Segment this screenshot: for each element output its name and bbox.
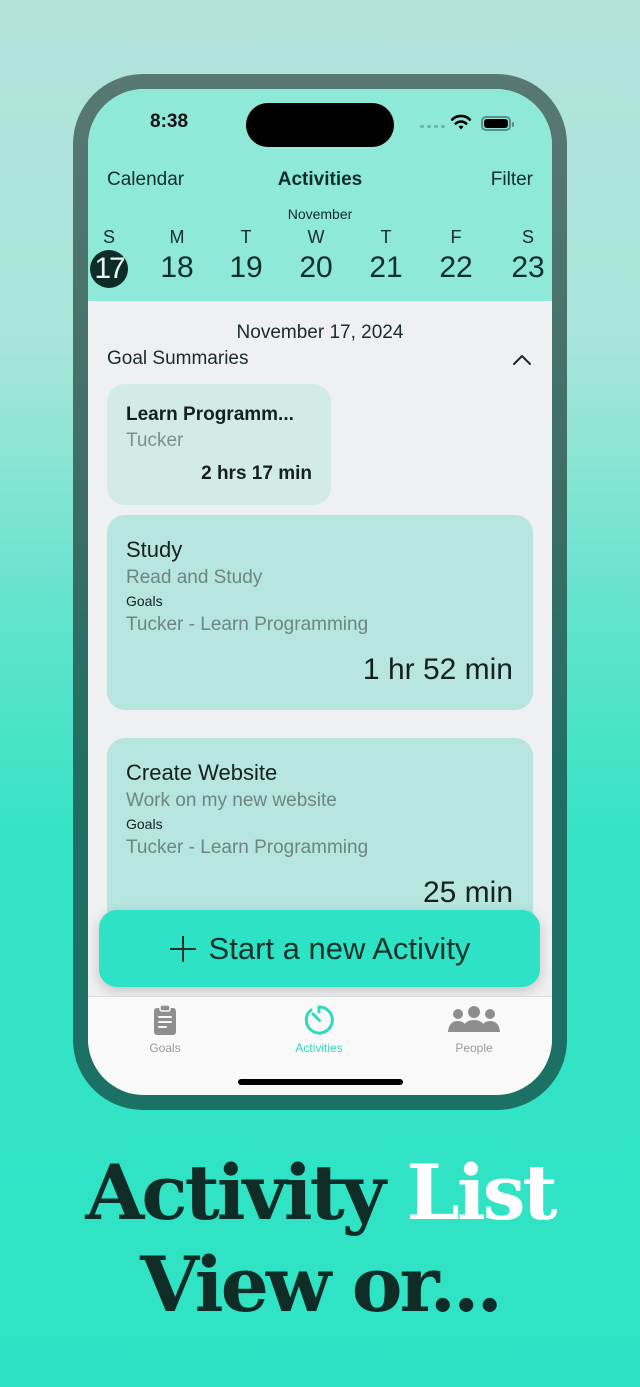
tab-label: Goals [149, 1041, 181, 1055]
tab-bar: Goals Activities People [88, 996, 552, 1095]
weekday-label: S [521, 227, 534, 247]
activity-goal: Tucker - Learn Programming [126, 614, 369, 635]
day-cell-17[interactable]: S 17 [88, 226, 134, 288]
tab-goals[interactable]: Goals [115, 1003, 215, 1055]
header-area: 8:38 Calendar Activities Filter November… [88, 89, 552, 301]
activity-description: Read and Study [126, 567, 263, 588]
people-icon [424, 1003, 524, 1037]
app-screen: 8:38 Calendar Activities Filter November… [88, 89, 552, 1095]
goal-total-time: 2 hrs 17 min [201, 463, 312, 484]
goals-label: Goals [126, 593, 163, 609]
day-cell-20[interactable]: W 20 [291, 226, 341, 286]
weekday-label: T [380, 227, 392, 247]
activity-title: Study [126, 537, 183, 562]
selected-date-label: November 17, 2024 [236, 322, 404, 343]
day-cell-19[interactable]: T 19 [221, 226, 271, 286]
headline-word-dark: Activity [85, 1148, 386, 1237]
weekday-label: T [240, 227, 252, 247]
headline-word-light: List [406, 1148, 557, 1237]
week-strip: S 17 M 18 T 19 W 20 T 21 F 22 S 23 [88, 226, 552, 288]
headline-line-1: Activity List [0, 1148, 640, 1237]
tab-activities[interactable]: Activities [269, 1003, 369, 1055]
wifi-icon [450, 114, 472, 130]
plus-icon [169, 935, 197, 963]
clipboard-icon [115, 1003, 215, 1037]
battery-icon [481, 116, 514, 131]
goals-label: Goals [126, 816, 163, 832]
activity-description: Work on my new website [126, 790, 337, 811]
headline-line-2: View or... [140, 1240, 503, 1329]
nav-bar: Calendar Activities Filter [88, 167, 552, 197]
phone-frame: 8:38 Calendar Activities Filter November… [73, 74, 567, 1110]
dynamic-island [246, 103, 394, 147]
tab-people[interactable]: People [424, 1003, 524, 1055]
activity-duration: 25 min [422, 876, 513, 909]
day-cell-21[interactable]: T 21 [361, 226, 411, 286]
day-number: 18 [160, 251, 194, 284]
cellular-signal-icon [420, 125, 445, 128]
chevron-up-icon[interactable] [512, 351, 532, 367]
timer-icon [269, 1003, 369, 1037]
goal-owner: Tucker [126, 430, 184, 451]
goal-title: Learn Programm... [126, 404, 294, 425]
tab-label: People [455, 1041, 493, 1055]
day-number: 21 [369, 251, 403, 284]
status-time: 8:38 [150, 111, 189, 132]
goal-summaries-title: Goal Summaries [107, 348, 249, 369]
weekday-label: F [450, 227, 462, 247]
home-indicator [238, 1079, 403, 1085]
day-number: 20 [299, 251, 333, 284]
goal-summary-card[interactable]: Learn Programm... Tucker 2 hrs 17 min [107, 384, 331, 505]
day-number: 19 [229, 251, 263, 284]
day-cell-23[interactable]: S 23 [503, 226, 552, 286]
start-new-activity-button[interactable]: Start a new Activity [99, 910, 540, 987]
day-number: 23 [511, 251, 545, 284]
activity-duration: 1 hr 52 min [362, 653, 513, 686]
weekday-label: S [102, 227, 115, 247]
filter-button[interactable]: Filter [491, 169, 533, 191]
weekday-label: W [307, 227, 325, 247]
day-cell-22[interactable]: F 22 [431, 226, 481, 286]
month-label: November [287, 206, 353, 222]
day-cell-18[interactable]: M 18 [152, 226, 202, 286]
activity-title: Create Website [126, 760, 278, 785]
activity-card[interactable]: Study Read and Study Goals Tucker - Lear… [107, 515, 533, 710]
activity-goal: Tucker - Learn Programming [126, 837, 369, 858]
day-number: 22 [439, 251, 473, 284]
start-new-activity-label: Start a new Activity [208, 930, 471, 966]
page-title: Activities [277, 169, 363, 190]
tab-label: Activities [295, 1041, 343, 1055]
weekday-label: M [169, 227, 185, 247]
day-number-selected: 17 [90, 250, 128, 288]
activity-card[interactable]: Create Website Work on my new website Go… [107, 738, 533, 933]
